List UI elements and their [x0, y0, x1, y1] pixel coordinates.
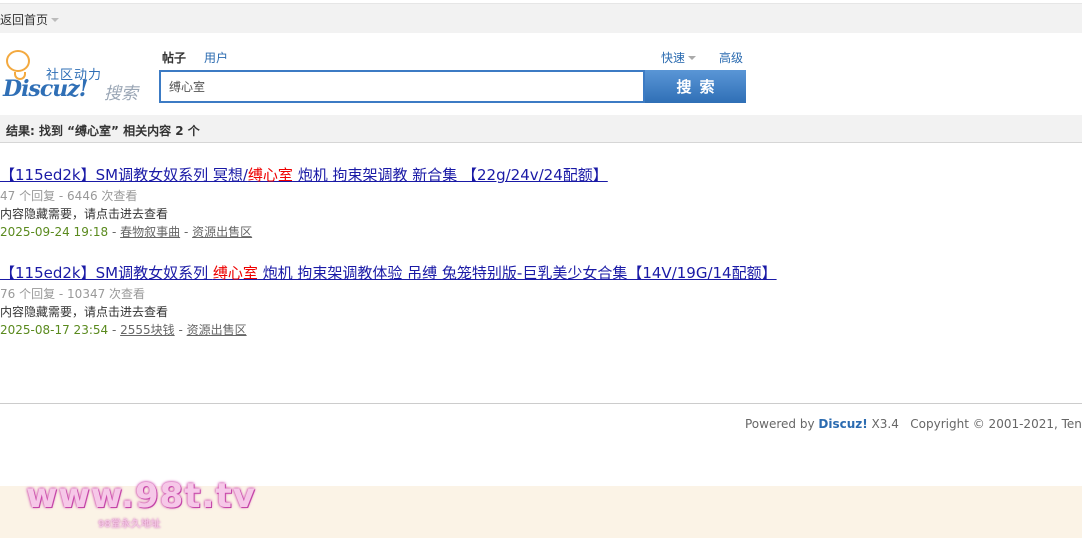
result-author-link[interactable]: 2555块钱: [120, 323, 175, 337]
footer-copyright: Copyright © 2001-2021, Tencent Cl: [910, 417, 1082, 431]
footer-divider: [0, 403, 1082, 404]
watermark-logo: www.98t.tv: [26, 476, 256, 516]
search-result: 【115ed2k】SM调教女奴系列 冥想/缚心室 炮机 拘束架调教 新合集 【2…: [0, 163, 780, 241]
logo-bubble-icon: [6, 50, 30, 72]
result-summary: 结果: 找到 “缚心室” 相关内容 2 个: [6, 124, 200, 138]
result-title-link[interactable]: 【115ed2k】SM调教女奴系列 冥想/缚心室 炮机 拘束架调教 新合集 【2…: [0, 166, 608, 184]
top-bar: 返回首页: [0, 3, 1082, 33]
search-button[interactable]: 搜索: [645, 70, 746, 103]
chevron-down-icon: [688, 56, 697, 60]
chevron-down-icon: [51, 18, 60, 22]
result-forum-link[interactable]: 资源出售区: [187, 323, 247, 337]
watermark-subtitle: 98堂永久地址: [98, 519, 161, 530]
result-meta: 2025-08-17 23:54 - 2555块钱 - 资源出售区: [0, 323, 247, 337]
footer: Powered by Discuz! X3.4 Copyright © 2001…: [745, 417, 1082, 431]
discuz-logo[interactable]: 社区动力 Discuz! 搜索: [0, 46, 150, 104]
result-meta: 2025-09-24 19:18 - 春物叙事曲 - 资源出售区: [0, 225, 253, 239]
result-summary-bar: 结果: 找到 “缚心室” 相关内容 2 个: [0, 115, 1082, 143]
result-date: 2025-09-24 19:18: [0, 225, 109, 239]
search-result: 【115ed2k】SM调教女奴系列 缚心室 炮机 拘束架调教体验 吊缚 兔笼特别…: [0, 261, 780, 339]
result-description: 内容隐藏需要，请点击进去查看: [0, 305, 169, 319]
tab-posts[interactable]: 帖子: [162, 49, 186, 66]
result-description: 内容隐藏需要，请点击进去查看: [0, 207, 169, 221]
tab-users[interactable]: 用户: [204, 49, 228, 66]
result-title-link[interactable]: 【115ed2k】SM调教女奴系列 缚心室 炮机 拘束架调教体验 吊缚 兔笼特别…: [0, 264, 777, 282]
result-stats: 76 个回复 - 10347 次查看: [0, 287, 146, 301]
search-input[interactable]: [161, 72, 643, 101]
result-date: 2025-08-17 23:54: [0, 323, 109, 337]
tab-advanced-search[interactable]: 高级: [719, 49, 743, 66]
logo-suffix: 搜索: [104, 84, 138, 104]
result-stats: 47 个回复 - 6446 次查看: [0, 189, 138, 203]
footer-brand-link[interactable]: Discuz!: [818, 417, 867, 431]
result-author-link[interactable]: 春物叙事曲: [120, 225, 180, 239]
logo-brand: Discuz!: [3, 76, 88, 102]
tab-fast-search[interactable]: 快速: [661, 49, 697, 66]
home-link[interactable]: 返回首页: [0, 11, 60, 28]
result-forum-link[interactable]: 资源出售区: [192, 225, 252, 239]
search-box: [159, 70, 645, 103]
